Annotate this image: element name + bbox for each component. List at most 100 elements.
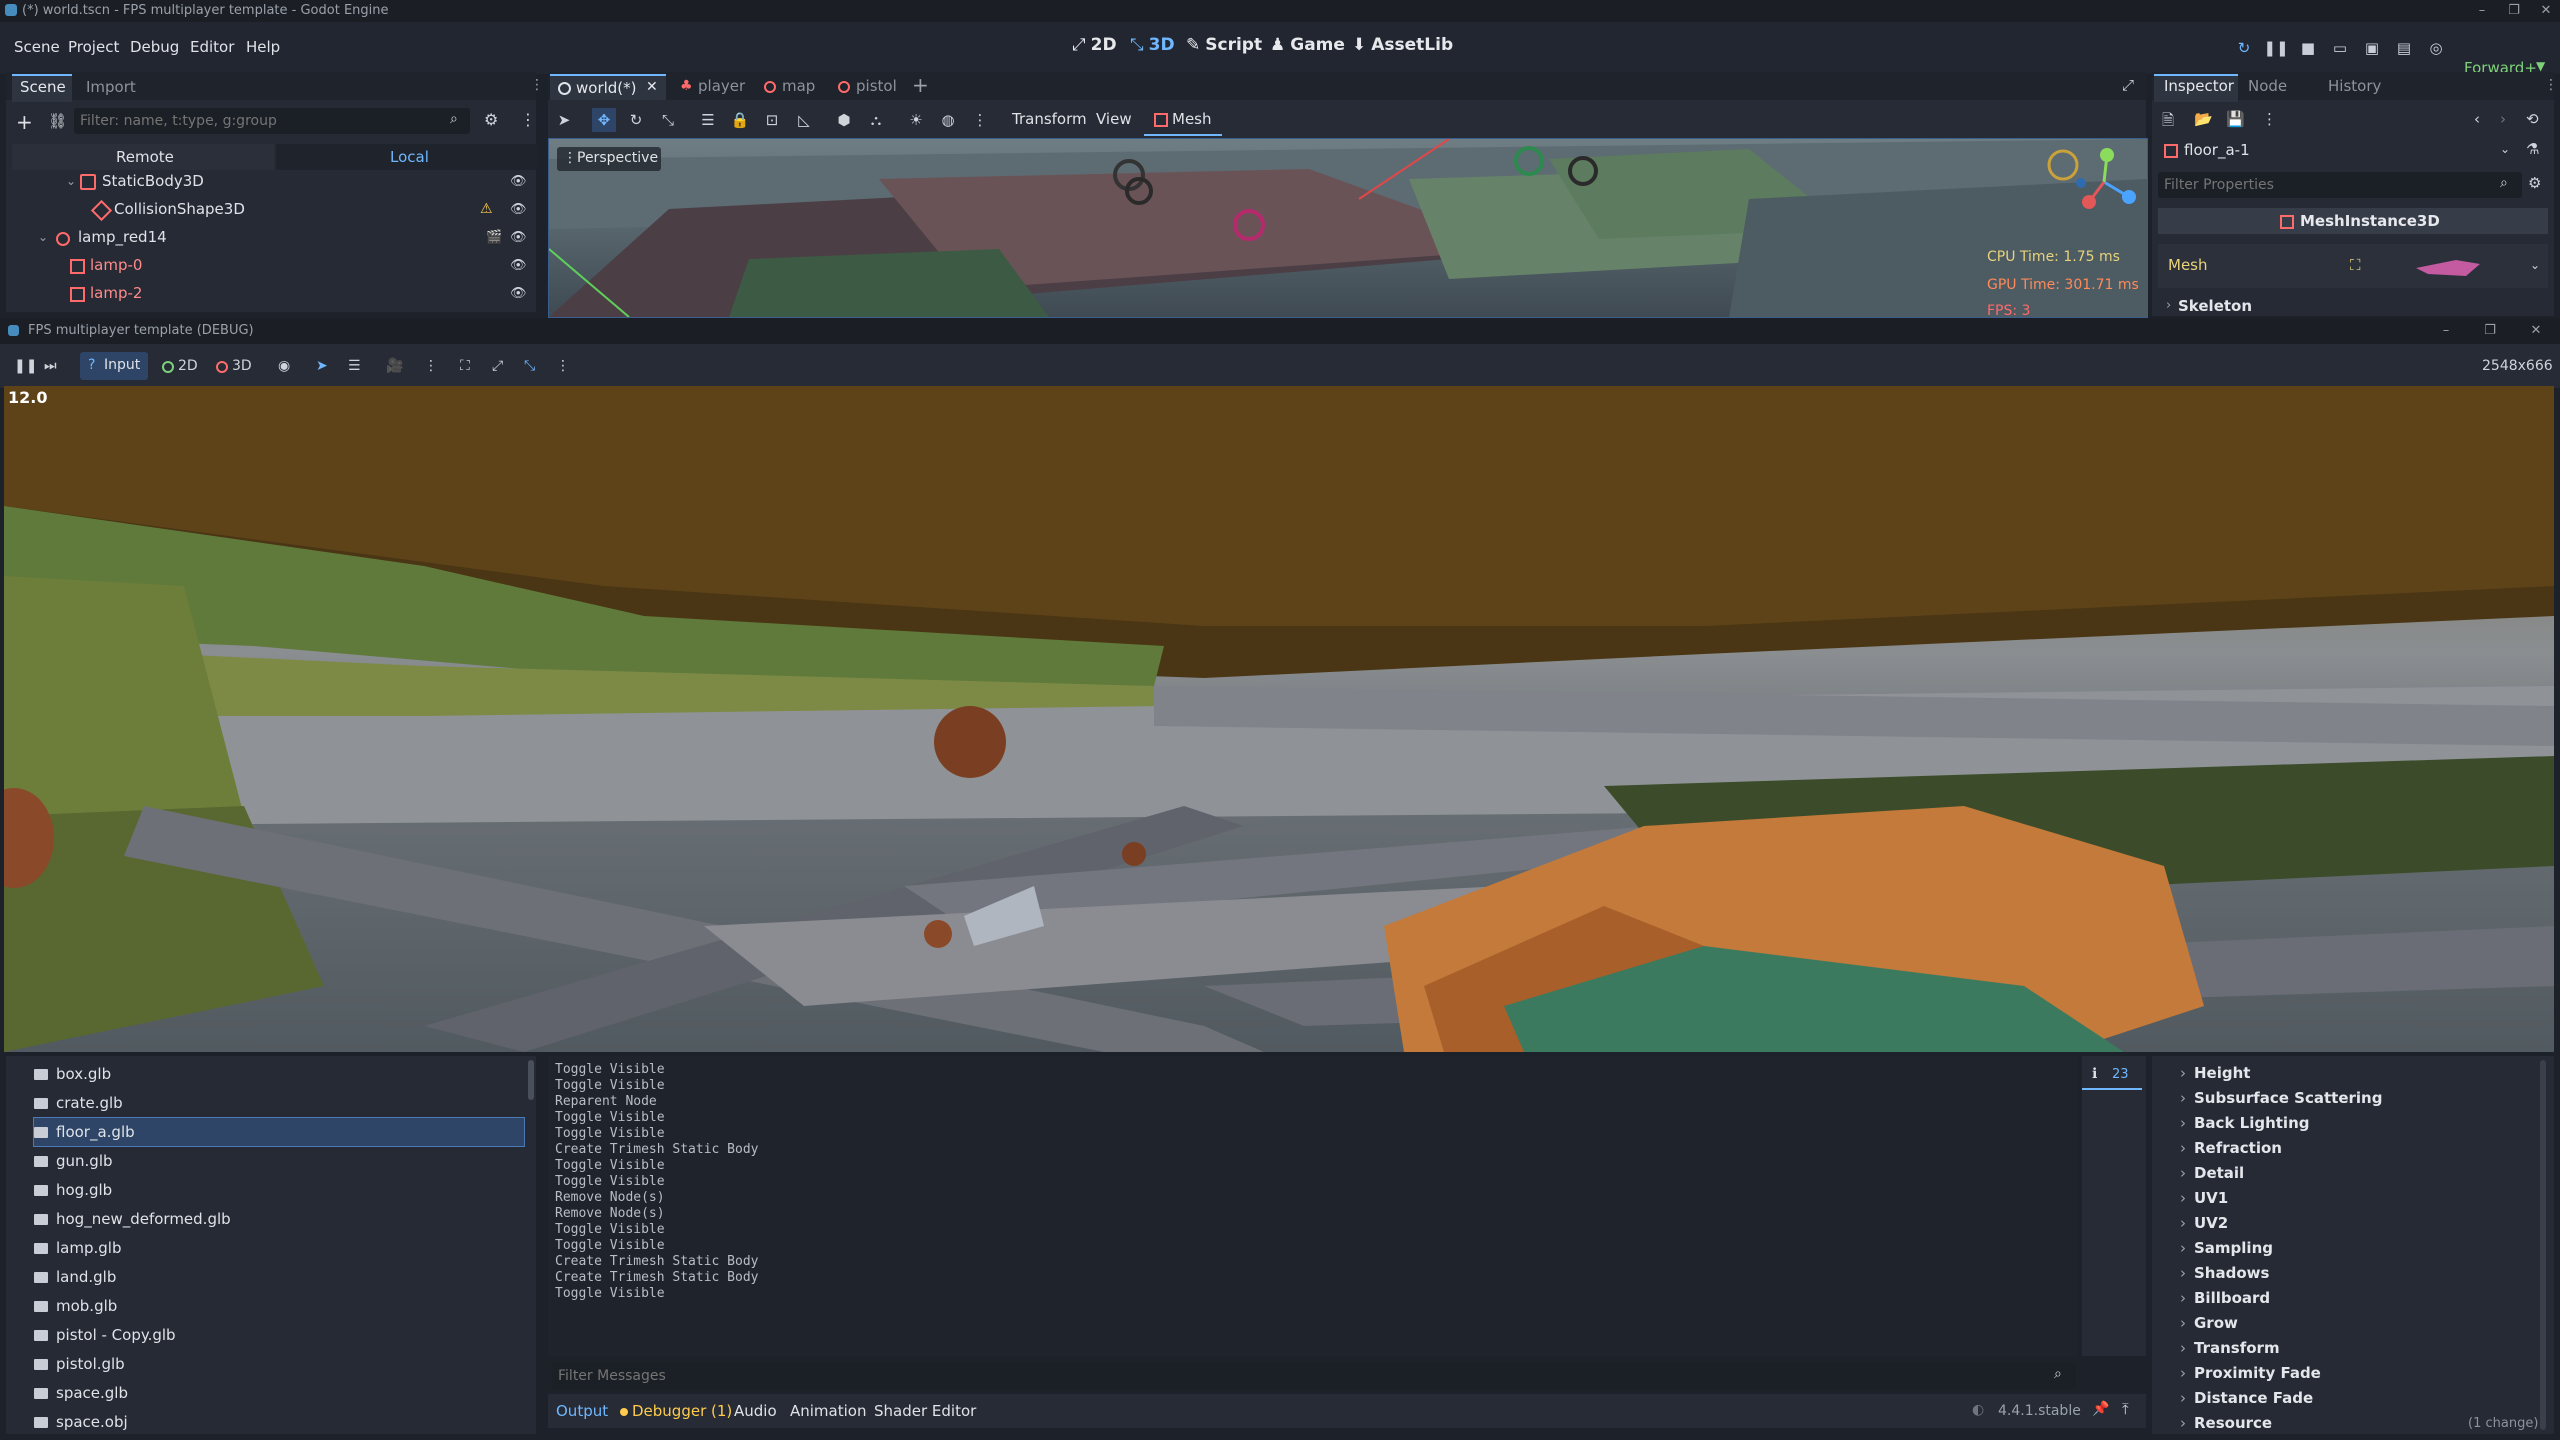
section-sampling[interactable]: › Sampling bbox=[2180, 1239, 2273, 1257]
tree-row[interactable]: lamp-0 👁 bbox=[10, 256, 536, 280]
pause-icon[interactable]: ❚❚ bbox=[2262, 36, 2290, 60]
visibility-icon[interactable]: 👁 bbox=[510, 202, 527, 217]
add-node-icon[interactable]: + bbox=[16, 110, 33, 134]
list-select-icon[interactable]: ☰ bbox=[696, 108, 720, 132]
perspective-button[interactable]: ⋮ Perspective bbox=[557, 147, 661, 171]
scrollbar[interactable] bbox=[2540, 1060, 2546, 1430]
menu-help[interactable]: Help bbox=[246, 38, 280, 56]
reload-icon[interactable]: ↻ bbox=[2230, 36, 2258, 60]
file-item[interactable]: crate.glb bbox=[34, 1089, 524, 1117]
section-uv1[interactable]: › UV1 bbox=[2180, 1189, 2228, 1207]
dock-menu-icon[interactable]: ⋮ bbox=[2544, 77, 2558, 93]
chevron-down-icon[interactable]: ⌄ bbox=[38, 230, 48, 244]
tree-row[interactable]: ⌄ lamp_red14 🎬 👁 bbox=[10, 228, 536, 252]
move-tool-icon[interactable]: ✥ bbox=[592, 108, 616, 132]
file-item[interactable]: space.obj bbox=[34, 1408, 524, 1436]
menu-debug[interactable]: Debug bbox=[130, 38, 179, 56]
inspector-more-icon[interactable]: ⋮ bbox=[2262, 110, 2277, 128]
section-resource[interactable]: › Resource bbox=[2180, 1414, 2272, 1432]
tree-row[interactable]: lamp-2 👁 bbox=[10, 284, 536, 308]
visibility-icon[interactable]: 👁 bbox=[510, 286, 527, 301]
history-forward-icon[interactable]: › bbox=[2500, 110, 2506, 128]
pause-icon[interactable]: ❚❚ bbox=[14, 355, 37, 377]
3d-viewport[interactable]: ⋮ Perspective CPU Time: 1.75 ms GPU Time… bbox=[548, 138, 2148, 318]
pin-icon[interactable]: 📌 bbox=[2092, 1401, 2109, 1417]
tab-animation[interactable]: Animation bbox=[790, 1402, 866, 1420]
dock-menu-icon[interactable]: ⋮ bbox=[530, 77, 544, 93]
tab-history[interactable]: History bbox=[2328, 77, 2381, 95]
close-icon[interactable]: ✕ bbox=[2520, 320, 2552, 342]
tab-map[interactable]: map bbox=[782, 77, 815, 95]
mesh-resource-preview[interactable] bbox=[2406, 250, 2516, 282]
scene-filter[interactable]: ⌕ bbox=[74, 108, 470, 134]
ruler-icon[interactable]: ◺ bbox=[792, 108, 816, 132]
select-tool-icon[interactable]: ➤ bbox=[316, 355, 328, 377]
stop-icon[interactable]: ■ bbox=[2294, 36, 2322, 60]
game-viewport[interactable]: 12.0 bbox=[4, 386, 2554, 1052]
section-billboard[interactable]: › Billboard bbox=[2180, 1289, 2270, 1307]
snap-icon[interactable]: ⬢ bbox=[832, 108, 856, 132]
menu-scene[interactable]: Scene bbox=[14, 38, 60, 56]
view-gizmo[interactable] bbox=[2069, 147, 2139, 217]
chevron-down-icon[interactable]: ▼ bbox=[2536, 59, 2545, 73]
play-scene-icon[interactable]: ▣ bbox=[2358, 36, 2386, 60]
tab-shader-editor[interactable]: Shader Editor bbox=[874, 1402, 976, 1420]
more-tools-icon[interactable]: ⋮ bbox=[968, 108, 992, 132]
section-refraction[interactable]: › Refraction bbox=[2180, 1139, 2282, 1157]
scene-filter-options-icon[interactable]: ⚙ bbox=[484, 110, 498, 129]
scale-tool-icon[interactable]: ⤡ bbox=[656, 108, 680, 132]
object-selector[interactable]: floor_a-1 ⌄ bbox=[2158, 138, 2518, 164]
expand-panel-icon[interactable]: ⤒ bbox=[2122, 1400, 2129, 1418]
file-item[interactable]: hog.glb bbox=[34, 1176, 524, 1204]
restore-icon[interactable]: ❐ bbox=[2498, 0, 2530, 22]
tab-node[interactable]: Node bbox=[2248, 77, 2287, 95]
workspace-game[interactable]: ♟ Game bbox=[1270, 35, 1345, 55]
tab-output[interactable]: Output bbox=[556, 1402, 608, 1420]
close-tab-icon[interactable]: ✕ bbox=[646, 79, 658, 95]
file-item[interactable]: land.glb bbox=[34, 1263, 524, 1291]
tab-debugger[interactable]: Debugger (1) bbox=[632, 1402, 732, 1420]
file-item[interactable]: hog_new_deformed.glb bbox=[34, 1205, 524, 1233]
section-height[interactable]: › Height bbox=[2180, 1064, 2250, 1082]
mode-2d-button[interactable]: 2D bbox=[178, 355, 198, 377]
fixed-size-icon[interactable]: ⛶ bbox=[460, 355, 470, 377]
file-item[interactable]: mob.glb bbox=[34, 1292, 524, 1320]
play-custom-icon[interactable]: ▤ bbox=[2390, 36, 2418, 60]
object-history-icon[interactable]: ⟲ bbox=[2526, 110, 2539, 128]
keep-aspect-icon[interactable]: ⤢ bbox=[492, 355, 503, 377]
section-uv2[interactable]: › UV2 bbox=[2180, 1214, 2228, 1232]
rotate-tool-icon[interactable]: ↻ bbox=[624, 108, 648, 132]
visibility-icon[interactable]: 👁 bbox=[510, 230, 527, 245]
new-resource-icon[interactable]: 🗎 bbox=[2162, 110, 2174, 135]
history-back-icon[interactable]: ‹ bbox=[2474, 110, 2480, 128]
section-back-lighting[interactable]: › Back Lighting bbox=[2180, 1114, 2310, 1132]
file-item[interactable]: box.glb bbox=[34, 1060, 524, 1088]
open-resource-icon[interactable]: 📂 bbox=[2194, 110, 2213, 128]
version-label[interactable]: 4.4.1.stable bbox=[1998, 1403, 2081, 1419]
section-grow[interactable]: › Grow bbox=[2180, 1314, 2238, 1332]
restore-icon[interactable]: ❐ bbox=[2474, 320, 2506, 342]
local-button[interactable]: Local bbox=[276, 144, 538, 170]
tree-row[interactable]: ⌄ StaticBody3D 👁 bbox=[10, 172, 536, 196]
close-icon[interactable]: ✕ bbox=[2530, 0, 2560, 22]
bone-icon[interactable]: ⛬ bbox=[864, 108, 888, 132]
tab-audio[interactable]: Audio bbox=[734, 1402, 777, 1420]
workspace-3d[interactable]: ⤡ 3D bbox=[1130, 35, 1175, 55]
inspector-options-icon[interactable]: ⚙ bbox=[2528, 174, 2541, 192]
environment-icon[interactable]: ◍ bbox=[936, 108, 960, 132]
sun-icon[interactable]: ☀ bbox=[904, 108, 928, 132]
file-item[interactable]: lamp.glb bbox=[34, 1234, 524, 1262]
visibility-icon[interactable]: 👁 bbox=[510, 174, 527, 189]
visibility-icon[interactable]: ◉ bbox=[278, 355, 290, 377]
skeleton-section[interactable]: › Skeleton bbox=[2158, 296, 2548, 316]
menu-project[interactable]: Project bbox=[68, 38, 119, 56]
save-resource-icon[interactable]: 💾 bbox=[2226, 110, 2245, 128]
file-item[interactable]: space.glb bbox=[34, 1379, 524, 1407]
lock-icon[interactable]: 🔒 bbox=[728, 108, 752, 132]
workspace-assetlib[interactable]: ⬇ AssetLib bbox=[1352, 35, 1453, 55]
tab-player[interactable]: player bbox=[698, 77, 745, 95]
filter-properties-input[interactable] bbox=[2162, 174, 2496, 196]
scene-more-icon[interactable]: ⋮ bbox=[520, 110, 536, 129]
view-menu[interactable]: View bbox=[1096, 110, 1132, 128]
visibility-icon[interactable]: 👁 bbox=[510, 258, 527, 273]
